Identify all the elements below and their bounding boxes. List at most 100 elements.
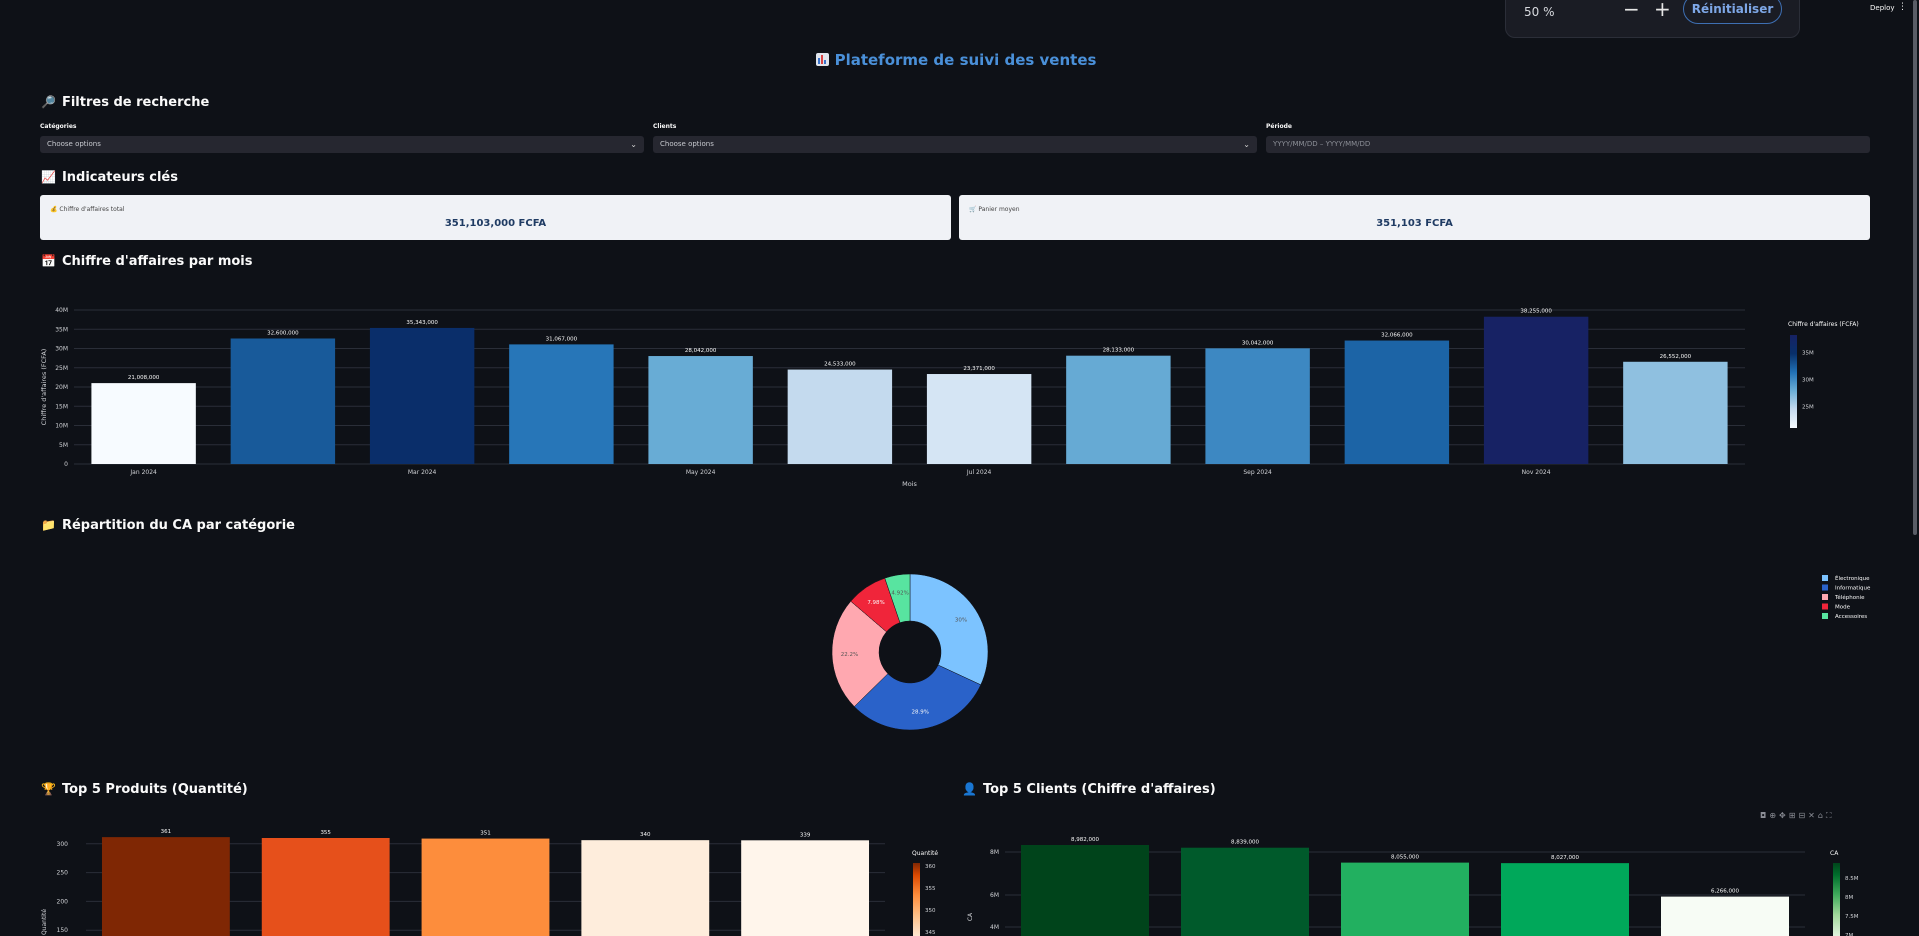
- pie-slice: [909, 573, 989, 686]
- bar-data-label: 339: [800, 832, 811, 838]
- legend-swatch: [1822, 584, 1828, 591]
- folder-icon: 📁: [41, 518, 56, 532]
- shopping-cart-icon: 🛒: [969, 206, 977, 213]
- bar: [1181, 847, 1309, 936]
- bar-data-label: 24,533,000: [824, 362, 856, 368]
- y-axis-title: CA: [967, 912, 974, 921]
- colorbar: [913, 863, 920, 936]
- categories-select[interactable]: Choose options ⌄: [40, 136, 644, 153]
- bar-data-label: 35,343,000: [406, 320, 438, 326]
- bar: [101, 837, 230, 936]
- colorbar-tick-label: 355: [925, 886, 936, 892]
- colorbar-title: CA: [1830, 850, 1839, 857]
- bar-data-label: 26,552,000: [1660, 354, 1692, 360]
- y-tick-label: 6M: [990, 892, 999, 899]
- colorbar-title: Quantité: [912, 850, 938, 857]
- bar-data-label: 32,600,000: [267, 330, 299, 336]
- clients-label: Clients: [653, 123, 677, 130]
- bar: [1623, 361, 1728, 464]
- deploy-button[interactable]: Deploy: [1870, 4, 1895, 12]
- zoom-out-button[interactable]: −: [1623, 0, 1640, 19]
- bar-chart-icon: [815, 53, 829, 66]
- filters-heading: 🔎 Filtres de recherche: [41, 95, 209, 110]
- bar: [1066, 355, 1171, 464]
- y-axis-title: Chiffre d'affaires (FCFA): [40, 349, 48, 426]
- user-icon: 👤: [962, 782, 977, 796]
- bar-data-label: 340: [640, 832, 651, 838]
- colorbar: [1833, 863, 1840, 936]
- category-title: Répartition du CA par catégorie: [61, 518, 295, 533]
- legend-swatch: [1822, 594, 1828, 600]
- legend-label: Téléphonie: [1834, 594, 1865, 601]
- top-clients-chart: 8M 6M 4M 8,982,000 8,839,000 8,055,000 8,027,0…: [967, 837, 1859, 936]
- top-clients-title: Top 5 Clients (Chiffre d'affaires): [982, 782, 1216, 797]
- colorbar-tick-label: 350: [925, 908, 936, 914]
- y-tick-label: 20M: [55, 384, 68, 391]
- y-tick-label: 150: [57, 927, 69, 934]
- bar: [1661, 896, 1789, 936]
- bar-data-label: 28,133,000: [1103, 348, 1135, 354]
- bar: [369, 327, 475, 464]
- category-pie-chart: 30% 28.9% 22.2% 7.98% 4.92% Électronique Infor…: [831, 573, 1871, 731]
- top-clients-heading: 👤 Top 5 Clients (Chiffre d'affaires): [962, 782, 1216, 797]
- bar-data-label: 6,266,000: [1711, 889, 1739, 895]
- bar-data-label: 361: [161, 829, 172, 835]
- bar: [421, 838, 550, 936]
- clients-select[interactable]: Choose options ⌄: [653, 136, 1257, 153]
- reset-zoom-button[interactable]: Réinitialiser: [1683, 0, 1782, 24]
- x-axis-title: Mois: [902, 480, 917, 488]
- revenue-metric-value: 351,103,000 FCFA: [444, 218, 547, 229]
- category-heading: 📁 Répartition du CA par catégorie: [41, 518, 295, 533]
- y-tick-label: 40M: [55, 307, 68, 314]
- colorbar-tick-label: 35M: [1802, 351, 1814, 357]
- colorbar-tick-label: 7.5M: [1845, 914, 1859, 920]
- zoom-toolbar: 50 % − + Réinitialiser: [1505, 0, 1800, 38]
- top-products-heading: 🏆 Top 5 Produits (Quantité): [41, 782, 248, 797]
- bar-data-label: 355: [320, 830, 331, 836]
- bar: [1341, 862, 1469, 936]
- money-bag-icon: 💰: [50, 206, 58, 213]
- categories-label: Catégories: [40, 123, 77, 130]
- magnifier-icon: 🔎: [41, 95, 56, 109]
- x-tick-label: Mar 2024: [408, 469, 437, 476]
- pie-slice-label: 4.92%: [891, 590, 908, 596]
- legend-label: Informatique: [1835, 586, 1871, 592]
- legend-label: Électronique: [1835, 574, 1870, 582]
- bar: [581, 840, 710, 936]
- y-tick-label: 4M: [990, 924, 999, 931]
- bar-data-label: 8,982,000: [1071, 837, 1099, 843]
- period-input[interactable]: YYYY/MM/DD – YYYY/MM/DD: [1266, 136, 1870, 153]
- bar-data-label: 8,055,000: [1391, 855, 1419, 861]
- bar: [926, 374, 1032, 464]
- x-tick-label: Jan 2024: [129, 469, 157, 476]
- legend-swatch: [1822, 603, 1828, 610]
- chart-increasing-icon: 📈: [41, 170, 56, 184]
- bar-data-label: 38,255,000: [1520, 309, 1552, 315]
- colorbar: [1790, 335, 1797, 428]
- colorbar-tick-label: 8M: [1845, 895, 1853, 901]
- main-menu-icon[interactable]: ⋮: [1898, 2, 1907, 12]
- zoom-in-button[interactable]: +: [1654, 0, 1671, 19]
- categories-placeholder: Choose options: [47, 140, 101, 148]
- y-tick-label: 10M: [55, 423, 68, 430]
- bar: [1501, 863, 1629, 936]
- x-tick-label: May 2024: [686, 469, 716, 476]
- top-products-title: Top 5 Produits (Quantité): [61, 782, 248, 797]
- bar: [1344, 340, 1450, 464]
- bar-data-label: 30,042,000: [1242, 340, 1274, 346]
- bar-data-label: 23,371,000: [963, 366, 995, 372]
- y-tick-label: 300: [57, 841, 69, 848]
- bar: [741, 840, 870, 936]
- y-axis-title: Quantité: [41, 909, 48, 935]
- trophy-icon: 🏆: [41, 782, 56, 796]
- revenue-metric-card: 💰 Chiffre d'affaires total 351,103,000 F…: [40, 195, 951, 240]
- bar-data-label: 351: [480, 831, 491, 837]
- y-tick-label: 25M: [55, 365, 68, 372]
- kpi-heading: 📈 Indicateurs clés: [41, 170, 178, 185]
- period-label: Période: [1266, 123, 1292, 130]
- pie-slice-label: 28.9%: [912, 710, 929, 716]
- legend-swatch: [1822, 613, 1828, 619]
- bar-data-label: 32,066,000: [1381, 333, 1413, 339]
- bar: [1021, 845, 1149, 936]
- x-tick-label: Sep 2024: [1243, 469, 1272, 476]
